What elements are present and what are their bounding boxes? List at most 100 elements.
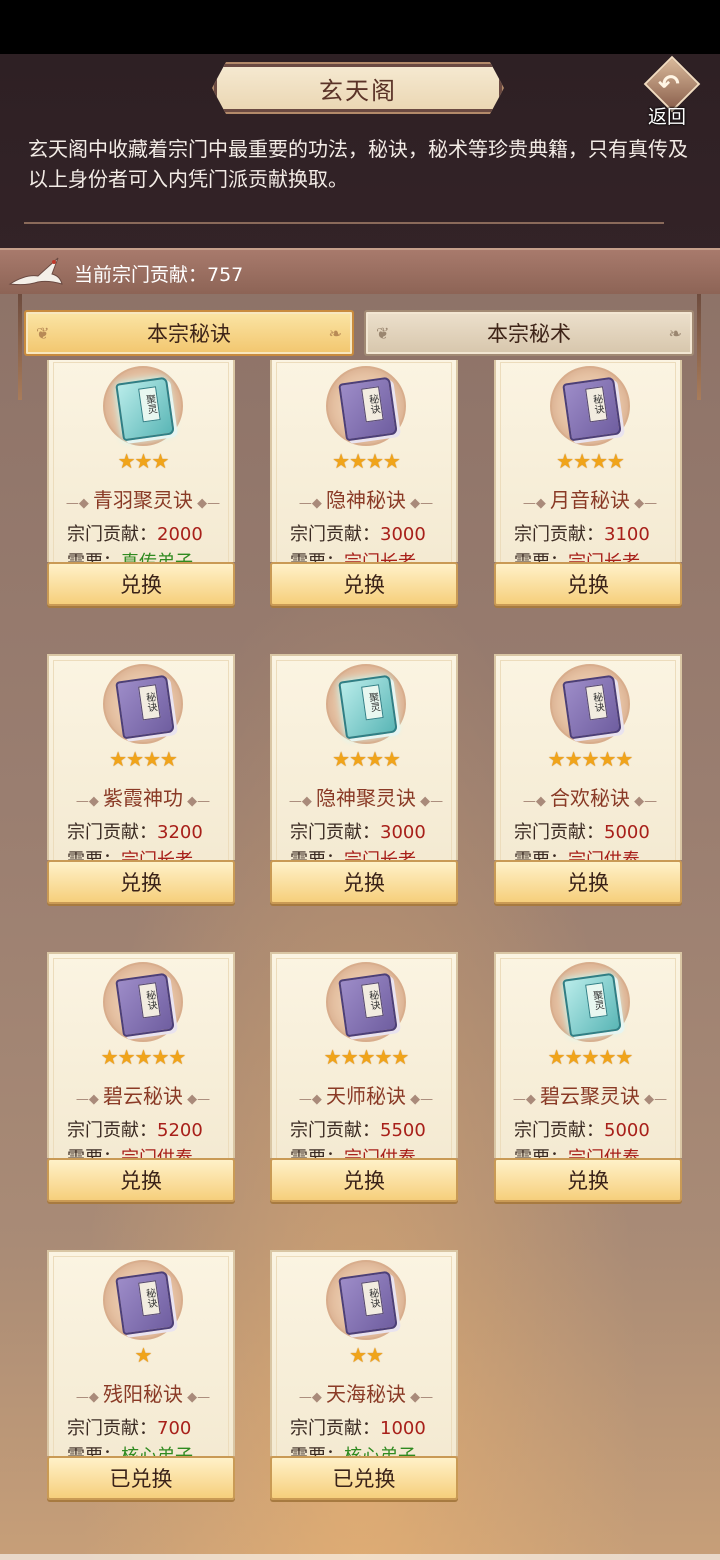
item-name: 碧云聚灵诀 bbox=[540, 1084, 640, 1108]
card-body: 秘诀★★★★—◆ 隐神秘诀 ◆—宗门贡献：3000需要：宗门长老 bbox=[270, 360, 458, 573]
item-card: 秘诀★★—◆ 天海秘诀 ◆—宗门贡献：1000需要：核心弟子已兑换 bbox=[270, 1250, 458, 1500]
exchange-button[interactable]: 兑换 bbox=[494, 860, 682, 904]
star-rating: ★★★★★ bbox=[547, 747, 634, 771]
star-rating: ★★★★★ bbox=[100, 1045, 187, 1069]
item-name: 残阳秘诀 bbox=[103, 1382, 183, 1406]
book-title-tag: 聚灵 bbox=[361, 684, 384, 721]
item-card: 秘诀★★★★★—◆ 合欢秘诀 ◆—宗门贡献：5000需要：宗门供奉兑换 bbox=[494, 654, 684, 904]
item-name-row: —◆ 碧云秘诀 ◆— bbox=[49, 1080, 237, 1109]
cost-label: 宗门贡献： bbox=[290, 1418, 380, 1439]
cost-row: 宗门贡献：3000 bbox=[290, 818, 426, 844]
contribution-text: 当前宗门贡献：757 bbox=[74, 264, 244, 286]
ornament-icon: ◆— bbox=[183, 794, 211, 809]
exchange-button[interactable]: 已兑换 bbox=[270, 1456, 458, 1500]
cost-value: 700 bbox=[157, 1418, 192, 1439]
exchange-button[interactable]: 兑换 bbox=[270, 860, 458, 904]
back-arrow-icon: ↶ bbox=[658, 70, 680, 100]
ornament-icon: —◆ bbox=[75, 1390, 103, 1405]
book-medallion: 秘诀 bbox=[103, 664, 183, 744]
book-icon: 秘诀 bbox=[115, 972, 175, 1038]
exchange-button[interactable]: 兑换 bbox=[47, 860, 235, 904]
ornament-icon: —◆ bbox=[522, 794, 550, 809]
ornament-icon: —◆ bbox=[522, 496, 550, 511]
book-title-tag: 聚灵 bbox=[585, 982, 608, 1019]
item-card: 聚灵★★★—◆ 青羽聚灵诀 ◆—宗门贡献：2000需要：真传弟子兑换 bbox=[47, 360, 237, 606]
item-name-row: —◆ 青羽聚灵诀 ◆— bbox=[49, 484, 237, 513]
exchange-button[interactable]: 兑换 bbox=[494, 562, 682, 606]
exchange-button[interactable]: 已兑换 bbox=[47, 1456, 235, 1500]
ornament-icon: ◆— bbox=[640, 1092, 668, 1107]
ornament-icon: —◆ bbox=[298, 1390, 326, 1405]
cost-row: 宗门贡献：3100 bbox=[514, 520, 650, 546]
cost-label: 宗门贡献： bbox=[514, 524, 604, 545]
item-name-row: —◆ 紫霞神功 ◆— bbox=[49, 782, 237, 811]
cost-label: 宗门贡献： bbox=[67, 822, 157, 843]
swirl-ornament-icon: ❧ bbox=[668, 324, 682, 343]
book-title-tag: 秘诀 bbox=[138, 1280, 161, 1317]
exchange-button[interactable]: 兑换 bbox=[270, 1158, 458, 1202]
cost-row: 宗门贡献：5500 bbox=[290, 1116, 426, 1142]
card-body: 聚灵★★★★—◆ 隐神聚灵诀 ◆—宗门贡献：3000需要：宗门长老 bbox=[270, 654, 458, 871]
exchange-button[interactable]: 兑换 bbox=[47, 562, 235, 606]
exchange-button[interactable]: 兑换 bbox=[47, 1158, 235, 1202]
ornament-icon: ◆— bbox=[406, 496, 434, 511]
item-card: 秘诀★★★★★—◆ 天师秘诀 ◆—宗门贡献：5500需要：宗门供奉兑换 bbox=[270, 952, 458, 1202]
item-name: 碧云秘诀 bbox=[103, 1084, 183, 1108]
item-card: 秘诀★★★★—◆ 隐神秘诀 ◆—宗门贡献：3000需要：宗门长老兑换 bbox=[270, 360, 458, 606]
ornament-icon: —◆ bbox=[512, 1092, 540, 1107]
cost-row: 宗门贡献：3000 bbox=[290, 520, 426, 546]
back-button[interactable]: ↶ 返回 bbox=[640, 55, 704, 128]
tab-label: 本宗秘术 bbox=[487, 322, 571, 346]
tab-label: 本宗秘诀 bbox=[147, 322, 231, 346]
exchange-button[interactable]: 兑换 bbox=[494, 1158, 682, 1202]
item-name: 紫霞神功 bbox=[103, 786, 183, 810]
pavilion-description: 玄天阁中收藏着宗门中最重要的功法，秘诀，秘术等珍贵典籍，只有真传及以上身份者可入… bbox=[28, 137, 688, 191]
star-rating: ★ bbox=[134, 1343, 153, 1367]
card-body: 秘诀★★★★—◆ 紫霞神功 ◆—宗门贡献：3200需要：宗门长老 bbox=[47, 654, 237, 871]
book-icon: 秘诀 bbox=[562, 674, 622, 740]
card-body: 秘诀★★★★★—◆ 合欢秘诀 ◆—宗门贡献：5000需要：宗门供奉 bbox=[494, 654, 684, 871]
swirl-ornament-icon: ❧ bbox=[328, 324, 342, 343]
book-medallion: 秘诀 bbox=[550, 366, 630, 446]
cost-value: 3100 bbox=[604, 524, 650, 545]
book-title-tag: 秘诀 bbox=[138, 684, 161, 721]
book-medallion: 秘诀 bbox=[103, 1260, 183, 1340]
cost-value: 1000 bbox=[380, 1418, 426, 1439]
cost-value: 3000 bbox=[380, 524, 426, 545]
divider bbox=[24, 222, 664, 224]
ornament-icon: —◆ bbox=[75, 794, 103, 809]
cost-value: 5500 bbox=[380, 1120, 426, 1141]
book-icon: 秘诀 bbox=[338, 1270, 398, 1336]
book-title-tag: 秘诀 bbox=[361, 386, 384, 423]
star-rating: ★★★ bbox=[117, 449, 170, 473]
book-title-tag: 秘诀 bbox=[138, 982, 161, 1019]
cost-row: 宗门贡献：2000 bbox=[67, 520, 203, 546]
xuantian-pavilion-screen: 玄天阁 ↶ 返回 玄天阁中收藏着宗门中最重要的功法，秘诀，秘术等珍贵典籍，只有真… bbox=[0, 54, 720, 1560]
item-name: 青羽聚灵诀 bbox=[93, 488, 193, 512]
book-title-tag: 秘诀 bbox=[361, 1280, 384, 1317]
ornament-icon: —◆ bbox=[65, 496, 93, 511]
tab-sect-arts[interactable]: ❦ 本宗秘术 ❧ bbox=[364, 310, 694, 356]
item-name-row: —◆ 合欢秘诀 ◆— bbox=[496, 782, 684, 811]
tab-sect-secrets[interactable]: ❦ 本宗秘诀 ❧ bbox=[24, 310, 354, 356]
item-name: 隐神秘诀 bbox=[326, 488, 406, 512]
star-rating: ★★ bbox=[349, 1343, 384, 1367]
book-icon: 聚灵 bbox=[562, 972, 622, 1038]
ornament-icon: ◆— bbox=[630, 794, 658, 809]
item-name: 天海秘诀 bbox=[326, 1382, 406, 1406]
ornament-icon: ◆— bbox=[193, 496, 221, 511]
cost-row: 宗门贡献：5000 bbox=[514, 1116, 650, 1142]
cost-label: 宗门贡献： bbox=[290, 1120, 380, 1141]
cost-label: 宗门贡献： bbox=[67, 1120, 157, 1141]
item-card: 聚灵★★★★★—◆ 碧云聚灵诀 ◆—宗门贡献：5000需要：宗门供奉兑换 bbox=[494, 952, 682, 1202]
title-banner: 玄天阁 bbox=[212, 62, 504, 114]
back-label: 返回 bbox=[648, 106, 687, 128]
item-grid[interactable]: 聚灵★★★—◆ 青羽聚灵诀 ◆—宗门贡献：2000需要：真传弟子兑换秘诀★★★★… bbox=[0, 360, 720, 1560]
book-medallion: 聚灵 bbox=[326, 664, 406, 744]
ornament-icon: —◆ bbox=[298, 1092, 326, 1107]
star-rating: ★★★★ bbox=[556, 449, 625, 473]
ornament-icon: ◆— bbox=[630, 496, 658, 511]
contribution-bar: 当前宗门贡献：757 bbox=[0, 248, 720, 294]
cost-value: 3000 bbox=[380, 822, 426, 843]
exchange-button[interactable]: 兑换 bbox=[270, 562, 458, 606]
